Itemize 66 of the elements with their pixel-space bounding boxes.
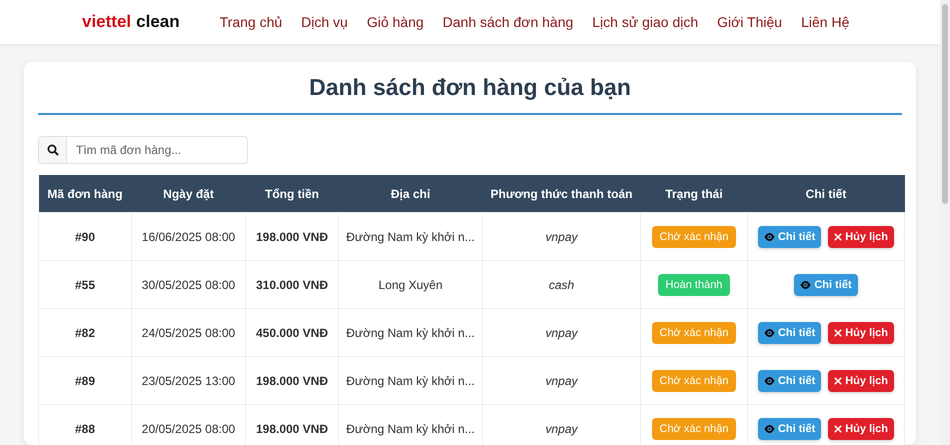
nav-link[interactable]: Danh sách đơn hàng — [442, 14, 574, 30]
nav-link[interactable]: Dịch vụ — [301, 14, 348, 30]
payment-method: cash — [548, 278, 574, 292]
column-header: Chi tiết — [748, 175, 904, 212]
total-cell: 310.000 VNĐ — [246, 260, 338, 308]
page-title: Danh sách đơn hàng của bạn — [38, 74, 902, 115]
detail-button[interactable]: Chi tiết — [758, 226, 822, 248]
column-header: Phương thức thanh toán — [482, 175, 640, 212]
total-cell: 198.000 VNĐ — [246, 356, 338, 404]
payment-method: vnpay — [545, 374, 578, 388]
eye-icon — [764, 376, 775, 384]
cancel-button[interactable]: Hủy lịch — [828, 322, 894, 344]
column-header: Tổng tiền — [246, 175, 338, 212]
date-cell: 30/05/2025 08:00 — [132, 260, 246, 308]
nav-link[interactable]: Trang chủ — [220, 14, 282, 30]
brand-suffix: clean — [136, 12, 180, 32]
eye-icon — [764, 328, 775, 336]
cancel-button[interactable]: Hủy lịch — [828, 370, 894, 392]
nav-link[interactable]: Liên Hệ — [801, 14, 850, 30]
cancel-button[interactable]: Hủy lịch — [828, 418, 894, 440]
status-badge: Hoàn thành — [658, 274, 730, 296]
detail-button[interactable]: Chi tiết — [758, 370, 822, 392]
eye-icon — [764, 424, 775, 432]
date-cell: 23/05/2025 13:00 — [132, 356, 246, 404]
payment-method: vnpay — [545, 230, 578, 244]
column-header: Địa chỉ — [338, 175, 482, 212]
detail-button[interactable]: Chi tiết — [794, 274, 858, 296]
status-badge: Chờ xác nhận — [652, 418, 736, 440]
close-icon — [834, 424, 842, 432]
address-cell: Đường Nam kỳ khởi n... — [338, 308, 482, 356]
detail-button[interactable]: Chi tiết — [758, 322, 822, 344]
order-id-cell: #89 — [38, 356, 132, 404]
eye-icon — [800, 280, 812, 288]
nav-link[interactable]: Giỏ hàng — [366, 14, 424, 30]
address-cell: Long Xuyên — [338, 260, 482, 308]
brand-prefix: viettel — [82, 12, 132, 32]
cancel-button[interactable]: Hủy lịch — [828, 226, 894, 248]
nav-link[interactable]: Giới Thiệu — [717, 14, 782, 30]
eye-icon — [764, 232, 775, 240]
status-badge: Chờ xác nhận — [652, 370, 736, 392]
search-input[interactable]: Tìm mã đơn hàng... — [67, 143, 247, 157]
address-cell: Đường Nam kỳ khởi n... — [338, 212, 482, 260]
column-header: Trạng thái — [640, 175, 748, 212]
total-cell: 450.000 VNĐ — [246, 308, 338, 356]
payment-method: vnpay — [545, 326, 578, 340]
detail-button[interactable]: Chi tiết — [758, 418, 822, 440]
search-field[interactable]: Tìm mã đơn hàng... — [38, 136, 248, 164]
column-header: Mã đơn hàng — [38, 175, 132, 212]
order-id-cell: #82 — [38, 308, 132, 356]
close-icon — [834, 376, 842, 384]
column-header: Ngày đặt — [132, 175, 246, 212]
nav-link[interactable]: Lịch sử giao dịch — [592, 14, 698, 30]
date-cell: 16/06/2025 08:00 — [132, 212, 246, 260]
close-icon — [834, 328, 842, 336]
order-id-cell: #55 — [38, 260, 132, 308]
total-cell: 198.000 VNĐ — [246, 212, 338, 260]
date-cell: 24/05/2025 08:00 — [132, 308, 246, 356]
status-badge: Chờ xác nhận — [652, 226, 736, 248]
payment-method: vnpay — [545, 422, 578, 436]
status-badge: Chờ xác nhận — [652, 322, 736, 344]
close-icon — [834, 232, 842, 240]
order-id-cell: #88 — [38, 404, 132, 445]
address-cell: Đường Nam kỳ khởi n... — [338, 356, 482, 404]
scrollbar[interactable] — [940, 0, 950, 445]
search-icon — [46, 144, 58, 156]
order-id-cell: #90 — [38, 212, 132, 260]
